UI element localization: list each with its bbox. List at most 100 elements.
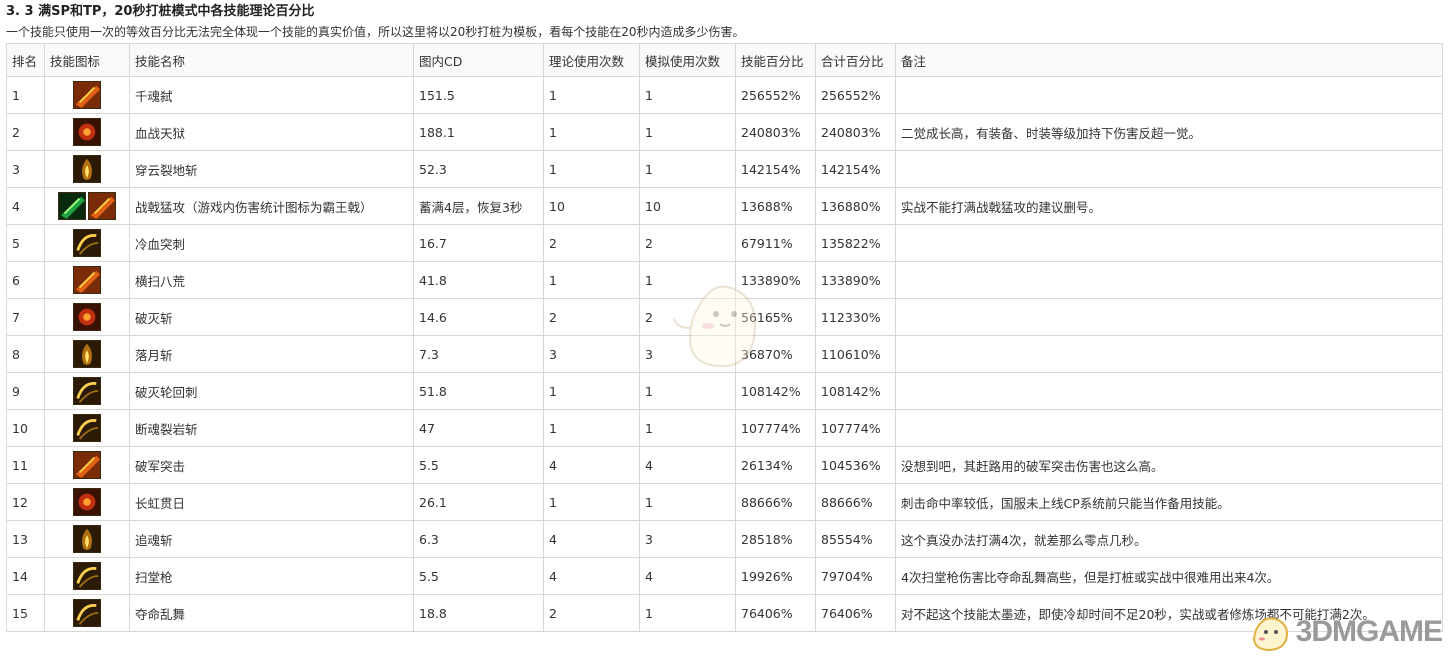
site-watermark: 3DMGAME [1248, 612, 1443, 652]
skill-name-cell: 千魂弑 [129, 76, 414, 114]
skill-icon [73, 562, 101, 590]
note-cell: 这个真没办法打满4次，就差那么零点几秒。 [895, 520, 1443, 558]
icon-cell [44, 483, 130, 521]
icon-cell [44, 150, 130, 188]
header-name: 技能名称 [129, 43, 414, 77]
skill-icon [73, 488, 101, 516]
sim-uses-cell: 1 [639, 76, 736, 114]
skill-icon [73, 303, 101, 331]
header-rank: 排名 [6, 43, 45, 77]
table-row: 5 冷血突刺 16.7 2 2 67911% 135822% [6, 224, 1443, 262]
theory-uses-cell: 4 [543, 446, 640, 484]
skill-name-cell: 穿云裂地斩 [129, 150, 414, 188]
rank-cell: 4 [6, 187, 45, 225]
skill-name-cell: 扫堂枪 [129, 557, 414, 595]
skill-pct-cell: 56165% [735, 298, 816, 336]
theory-uses-cell: 2 [543, 594, 640, 632]
skill-icon [73, 414, 101, 442]
total-pct-cell: 79704% [815, 557, 896, 595]
theory-uses-cell: 1 [543, 372, 640, 410]
skill-pct-cell: 67911% [735, 224, 816, 262]
skill-pct-cell: 256552% [735, 76, 816, 114]
theory-uses-cell: 3 [543, 335, 640, 373]
sim-uses-cell: 10 [639, 187, 736, 225]
theory-uses-cell: 2 [543, 224, 640, 262]
table-row: 7 破灭斩 14.6 2 2 56165% 112330% [6, 298, 1443, 336]
cd-cell: 6.3 [413, 520, 544, 558]
icon-cell [44, 298, 130, 336]
table-row: 6 横扫八荒 41.8 1 1 133890% 133890% [6, 261, 1443, 299]
skill-name-cell: 夺命乱舞 [129, 594, 414, 632]
table-row: 10 断魂裂岩斩 47 1 1 107774% 107774% [6, 409, 1443, 447]
note-cell [895, 76, 1443, 114]
note-cell: 4次扫堂枪伤害比夺命乱舞高些，但是打桩或实战中很难用出来4次。 [895, 557, 1443, 595]
icon-cell [44, 113, 130, 151]
total-pct-cell: 112330% [815, 298, 896, 336]
rank-cell: 11 [6, 446, 45, 484]
note-cell: 二觉成长高，有装备、时装等级加持下伤害反超一觉。 [895, 113, 1443, 151]
icon-cell [44, 520, 130, 558]
total-pct-cell: 107774% [815, 409, 896, 447]
skill-icon [73, 118, 101, 146]
theory-uses-cell: 4 [543, 557, 640, 595]
icon-cell [44, 76, 130, 114]
rank-cell: 9 [6, 372, 45, 410]
cd-cell: 16.7 [413, 224, 544, 262]
note-cell [895, 150, 1443, 188]
rank-cell: 7 [6, 298, 45, 336]
table-header-row: 排名 技能图标 技能名称 图内CD 理论使用次数 模拟使用次数 技能百分比 合计… [6, 43, 1443, 77]
table-row: 4 战戟猛攻（游戏内伤害统计图标为霸王戟） 蓄满4层，恢复3秒 10 10 13688% 1… [6, 187, 1443, 225]
cd-cell: 5.5 [413, 446, 544, 484]
skill-pct-cell: 133890% [735, 261, 816, 299]
rank-cell: 12 [6, 483, 45, 521]
table-row: 15 夺命乱舞 18.8 2 1 76406% 76406% 对不起这个技能太墨迹，即使冷却时… [6, 594, 1443, 632]
skill-pct-cell: 28518% [735, 520, 816, 558]
total-pct-cell: 240803% [815, 113, 896, 151]
rank-cell: 6 [6, 261, 45, 299]
note-cell [895, 224, 1443, 262]
sim-uses-cell: 1 [639, 261, 736, 299]
mascot-logo-icon [1252, 617, 1288, 652]
table-row: 9 破灭轮回刺 51.8 1 1 108142% 108142% [6, 372, 1443, 410]
theory-uses-cell: 1 [543, 150, 640, 188]
icon-cell [44, 409, 130, 447]
cd-cell: 7.3 [413, 335, 544, 373]
skill-pct-cell: 76406% [735, 594, 816, 632]
cd-cell: 5.5 [413, 557, 544, 595]
total-pct-cell: 256552% [815, 76, 896, 114]
table-row: 1 千魂弑 151.5 1 1 256552% 256552% [6, 76, 1443, 114]
icon-cell [44, 261, 130, 299]
total-pct-cell: 104536% [815, 446, 896, 484]
total-pct-cell: 76406% [815, 594, 896, 632]
sim-uses-cell: 1 [639, 483, 736, 521]
total-pct-cell: 108142% [815, 372, 896, 410]
rank-cell: 5 [6, 224, 45, 262]
skill-pct-cell: 108142% [735, 372, 816, 410]
skill-pct-cell: 88666% [735, 483, 816, 521]
theory-uses-cell: 2 [543, 298, 640, 336]
rank-cell: 15 [6, 594, 45, 632]
sim-uses-cell: 1 [639, 113, 736, 151]
table-row: 11 破军突击 5.5 4 4 26134% 104536% 没想到吧，其赶路用的破军突击伤害… [6, 446, 1443, 484]
skill-pct-cell: 240803% [735, 113, 816, 151]
skill-name-cell: 落月斩 [129, 335, 414, 373]
note-cell: 没想到吧，其赶路用的破军突击伤害也这么高。 [895, 446, 1443, 484]
skill-pct-cell: 26134% [735, 446, 816, 484]
theory-uses-cell: 1 [543, 113, 640, 151]
note-cell [895, 409, 1443, 447]
skill-name-cell: 追魂斩 [129, 520, 414, 558]
skill-pct-cell: 107774% [735, 409, 816, 447]
skill-pct-cell: 36870% [735, 335, 816, 373]
total-pct-cell: 135822% [815, 224, 896, 262]
sim-uses-cell: 2 [639, 298, 736, 336]
skill-name-cell: 破灭斩 [129, 298, 414, 336]
sim-uses-cell: 1 [639, 372, 736, 410]
sim-uses-cell: 2 [639, 224, 736, 262]
table-row: 12 长虹贯日 26.1 1 1 88666% 88666% 刺击命中率较低，国服未上线CP系… [6, 483, 1443, 521]
skill-icon [73, 525, 101, 553]
table-row: 13 追魂斩 6.3 4 3 28518% 85554% 这个真没办法打满4次，就差那么零点几… [6, 520, 1443, 558]
skill-icon [88, 192, 116, 220]
skill-icon [73, 377, 101, 405]
icon-cell [44, 557, 130, 595]
total-pct-cell: 136880% [815, 187, 896, 225]
